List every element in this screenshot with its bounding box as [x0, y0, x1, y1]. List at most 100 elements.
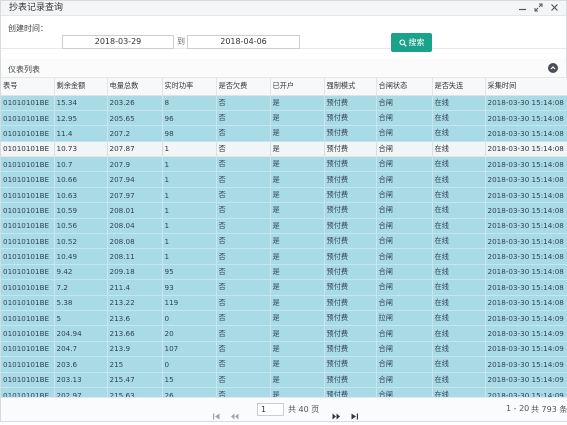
table-cell: 2018-03-30 15:14:08: [485, 141, 567, 158]
table-row[interactable]: 01010101BE 10.49 208.11 1 否是预付费 合闸 在线 2018-03-3…: [1, 248, 567, 265]
table-cell: 预付费: [324, 125, 377, 142]
table-cell: 5.38: [54, 295, 108, 311]
last-page-icon[interactable]: [350, 406, 359, 420]
table-cell: 预付费: [324, 341, 377, 358]
table-cell: 2018-03-30 15:14:08: [485, 264, 567, 281]
table-cell: 在线: [432, 341, 486, 358]
table-row[interactable]: 01010101BE 5.38 213.22 119 否是预付费 合闸 在线 2018-03-…: [1, 295, 567, 311]
table-cell: 10.59: [54, 202, 108, 219]
table-cell: 是: [270, 372, 325, 388]
table-cell: 0: [162, 356, 217, 373]
search-button[interactable]: 搜索: [391, 33, 432, 52]
table-cell: 01010101BE: [1, 356, 55, 373]
page-number-input[interactable]: 1: [257, 403, 284, 416]
column-header[interactable]: 合闸状态: [376, 78, 433, 96]
table-cell: 2018-03-30 15:14:09: [485, 325, 567, 342]
table-cell: 在线: [432, 110, 486, 127]
table-cell: 01010101BE: [1, 110, 55, 127]
table-cell: 119: [162, 295, 217, 311]
start-date-input[interactable]: 2018-03-29: [62, 35, 174, 49]
table-cell: 合闸: [376, 264, 433, 281]
table-cell: 否: [216, 356, 271, 373]
table-row[interactable]: 01010101BE 10.73 207.87 1 否是预付费 合闸 在线 2018-03-3…: [1, 141, 567, 158]
table-cell: 否: [216, 156, 271, 173]
maximize-icon[interactable]: [533, 2, 544, 13]
column-header[interactable]: 表号: [1, 78, 55, 96]
table-cell: 207.2: [107, 125, 163, 142]
table-row[interactable]: 01010101BE 10.59 208.01 1 否是预付费 合闸 在线 2018-03-3…: [1, 202, 567, 219]
table-cell: 01010101BE: [1, 295, 55, 311]
table-cell: 203.26: [107, 95, 163, 111]
table-row[interactable]: 01010101BE 10.63 207.97 1 否是预付费 合闸 在线 2018-03-3…: [1, 187, 567, 204]
table-cell: 2018-03-30 15:14:08: [485, 95, 567, 111]
table-cell: 预付费: [324, 156, 377, 173]
table-row[interactable]: 01010101BE 203.13 215.47 15 否是预付费 合闸 在线 2018-03…: [1, 372, 567, 388]
table-cell: 预付费: [324, 264, 377, 281]
prev-page-icon[interactable]: [230, 406, 239, 420]
first-page-icon[interactable]: [212, 406, 221, 420]
table-cell: 在线: [432, 125, 486, 142]
table-row[interactable]: 01010101BE 5 213.6 0 否是预付费 拉闸 在线 2018-03-30 15:…: [1, 310, 567, 327]
table-row[interactable]: 01010101BE 9.42 209.18 95 否是预付费 合闸 在线 2018-03-3…: [1, 264, 567, 281]
table-cell: 否: [216, 202, 271, 219]
table-cell: 拉闸: [376, 310, 433, 327]
collapse-icon[interactable]: [548, 63, 558, 73]
table-cell: 合闸: [376, 95, 433, 111]
table-cell: 在线: [432, 187, 486, 204]
meter-table: 表号 剩余金额 电量总数 实时功率 是否欠费 已开户 强制模式 合闸状态 是否失连 采集时间 01…: [1, 78, 567, 404]
table-cell: 合闸: [376, 202, 433, 219]
table-cell: 是: [270, 125, 325, 142]
table-cell: 在线: [432, 372, 486, 388]
table-cell: 合闸: [376, 156, 433, 173]
table-cell: 在线: [432, 279, 486, 296]
column-header[interactable]: 已开户: [270, 78, 325, 96]
column-header[interactable]: 剩余金额: [54, 78, 108, 96]
filter-bar: 创建时间： 2018-03-29 到 2018-04-06 搜索: [1, 16, 566, 52]
table-cell: 01010101BE: [1, 310, 55, 327]
table-cell: 10.63: [54, 187, 108, 204]
table-row[interactable]: 01010101BE 10.66 207.94 1 否是预付费 合闸 在线 2018-03-3…: [1, 171, 567, 188]
column-header[interactable]: 是否失连: [432, 78, 486, 96]
column-header[interactable]: 采集时间: [485, 78, 567, 96]
close-icon[interactable]: [549, 2, 560, 13]
table-row[interactable]: 01010101BE 11.4 207.2 98 否是预付费 合闸 在线 2018-03-30…: [1, 125, 567, 142]
table-row[interactable]: 01010101BE 12.95 205.65 96 否是预付费 合闸 在线 2018-03-…: [1, 110, 567, 127]
table-cell: 合闸: [376, 279, 433, 296]
table-cell: 预付费: [324, 218, 377, 235]
next-page-icon[interactable]: [332, 406, 341, 420]
table-row[interactable]: 01010101BE 10.56 208.04 1 否是预付费 合闸 在线 2018-03-3…: [1, 218, 567, 235]
table-row[interactable]: 01010101BE 7.2 211.4 93 否是预付费 合闸 在线 2018-03-30 …: [1, 279, 567, 296]
table-cell: 预付费: [324, 372, 377, 388]
table-cell: 204.94: [54, 325, 108, 342]
table-cell: 208.01: [107, 202, 163, 219]
table-row[interactable]: 01010101BE 15.34 203.26 8 否是预付费 合闸 在线 2018-03-3…: [1, 95, 567, 111]
table-cell: 98: [162, 125, 217, 142]
end-date-input[interactable]: 2018-04-06: [187, 35, 300, 49]
table-cell: 是: [270, 356, 325, 373]
table-cell: 是: [270, 141, 325, 158]
table-cell: 208.04: [107, 218, 163, 235]
minimize-icon[interactable]: [517, 2, 528, 13]
column-header[interactable]: 实时功率: [162, 78, 217, 96]
table-cell: 01010101BE: [1, 125, 55, 142]
table-row[interactable]: 01010101BE 10.52 208.08 1 否是预付费 合闸 在线 2018-03-3…: [1, 233, 567, 250]
table-row[interactable]: 01010101BE 204.94 213.66 20 否是预付费 合闸 在线 2018-03…: [1, 325, 567, 342]
search-button-label: 搜索: [408, 38, 425, 47]
table-cell: 215: [107, 356, 163, 373]
table-row[interactable]: 01010101BE 10.7 207.9 1 否是预付费 合闸 在线 2018-03-30 …: [1, 156, 567, 173]
table-cell: 合闸: [376, 341, 433, 358]
column-header[interactable]: 强制模式: [324, 78, 377, 96]
dialog-window: 抄表记录查询 创建时间： 2018-03-29 到 2018-04-06 搜索 …: [0, 0, 567, 422]
table-row[interactable]: 01010101BE 203.6 215 0 否是预付费 合闸 在线 2018-03-30 1…: [1, 356, 567, 373]
column-header[interactable]: 电量总数: [107, 78, 163, 96]
table-cell: 否: [216, 218, 271, 235]
window-controls: [517, 2, 560, 13]
table-cell: 10.49: [54, 248, 108, 265]
pagination-bar: 1 共 40 页 1 - 20 共 793 条: [1, 397, 567, 421]
table-cell: 1: [162, 187, 217, 204]
table-cell: 2018-03-30 15:14:09: [485, 341, 567, 358]
table-cell: 在线: [432, 141, 486, 158]
table-cell: 213.9: [107, 341, 163, 358]
column-header[interactable]: 是否欠费: [216, 78, 271, 96]
table-row[interactable]: 01010101BE 204.7 213.9 107 否是预付费 合闸 在线 2018-03-…: [1, 341, 567, 358]
